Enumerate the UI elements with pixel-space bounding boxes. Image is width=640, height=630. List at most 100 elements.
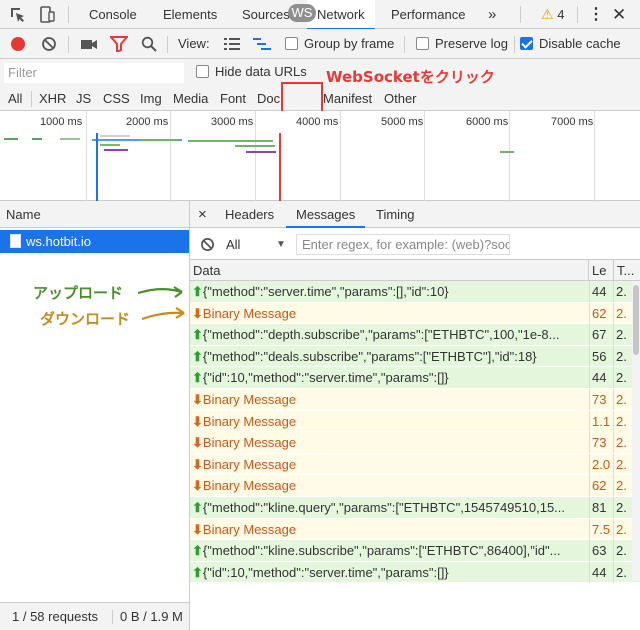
message-row-received[interactable]: ⬇Binary Message 2.0 2. <box>190 453 640 476</box>
regex-filter-input[interactable]: Enter regex, for example: (web)?socket <box>296 234 510 255</box>
type-manifest[interactable]: Manifest <box>323 87 372 111</box>
checkbox-box[interactable] <box>285 37 298 50</box>
waterfall-overview-icon[interactable] <box>253 38 271 50</box>
type-all[interactable]: All <box>8 87 22 111</box>
checkbox-box[interactable] <box>196 65 209 78</box>
message-row-sent[interactable]: ⬆{"method":"kline.subscribe","params":["… <box>190 540 640 562</box>
tab-timing[interactable]: Timing <box>376 201 415 228</box>
scrollbar-thumb[interactable] <box>633 285 639 355</box>
message-time: 2. <box>613 345 633 367</box>
message-row-received[interactable]: ⬇Binary Message 7.5 2. <box>190 518 640 541</box>
message-row-received[interactable]: ⬇Binary Message 62 2. <box>190 302 640 325</box>
close-icon[interactable]: ✕ <box>612 0 626 29</box>
checkbox-box-checked[interactable] <box>520 37 533 50</box>
request-row-selected[interactable]: ws.hotbit.io <box>0 230 189 253</box>
message-text: {"method":"depth.subscribe","params":["E… <box>202 327 560 343</box>
message-row-received[interactable]: ⬇Binary Message 1.1 2. <box>190 410 640 433</box>
request-count: 1 / 58 requests <box>12 609 98 624</box>
overview-gridline <box>594 111 595 201</box>
toolbar-divider <box>167 36 168 53</box>
inspect-element-icon[interactable] <box>9 6 27 24</box>
message-time: 2. <box>613 302 633 324</box>
type-media[interactable]: Media <box>173 87 208 111</box>
kebab-menu-icon[interactable]: ⋮ <box>588 0 604 29</box>
messages-scrollbar[interactable] <box>632 281 640 581</box>
type-other[interactable]: Other <box>384 87 417 111</box>
type-css[interactable]: CSS <box>103 87 130 111</box>
message-text: {"method":"kline.subscribe","params":["E… <box>202 543 561 559</box>
search-icon[interactable] <box>141 36 157 52</box>
more-tabs-button[interactable]: » <box>488 0 496 29</box>
message-length: 44 <box>589 561 613 583</box>
message-data: ⬇Binary Message <box>192 411 585 432</box>
tab-sources[interactable]: Sources <box>242 0 290 29</box>
disable-cache-checkbox[interactable]: Disable cache <box>520 29 621 59</box>
screenshot-camera-icon[interactable] <box>80 37 98 51</box>
hide-data-urls-label: Hide data URLs <box>215 64 307 79</box>
type-js[interactable]: JS <box>76 87 91 111</box>
column-data[interactable]: Data <box>190 260 588 281</box>
device-toolbar-icon[interactable] <box>38 6 56 24</box>
tab-elements[interactable]: Elements <box>163 0 217 29</box>
received-arrow-icon: ⬇ <box>192 456 203 472</box>
group-by-frame-checkbox[interactable]: Group by frame <box>285 29 394 59</box>
sent-arrow-icon: ⬆ <box>192 543 203 559</box>
preserve-log-checkbox[interactable]: Preserve log <box>416 29 508 59</box>
request-detail-pane: × Headers Messages Timing All ▼ Enter re… <box>190 201 640 630</box>
tab-messages[interactable]: Messages <box>286 201 366 228</box>
message-row-sent[interactable]: ⬆{"method":"depth.subscribe","params":["… <box>190 324 640 346</box>
large-rows-icon[interactable] <box>224 38 240 50</box>
filter-input[interactable]: Filter <box>4 63 184 83</box>
type-img[interactable]: Img <box>140 87 162 111</box>
type-doc[interactable]: Doc <box>257 87 283 111</box>
message-text: Binary Message <box>202 392 297 407</box>
message-data: ⬇Binary Message <box>192 432 585 453</box>
message-length: 7.5 <box>589 518 613 540</box>
overview-request-bar <box>4 138 18 140</box>
message-row-sent[interactable]: ⬆{"method":"kline.query","params":["ETHB… <box>190 497 640 519</box>
message-type-select[interactable]: All ▼ <box>226 229 286 260</box>
column-time[interactable]: T... <box>613 260 640 281</box>
message-row-sent[interactable]: ⬆{"method":"deals.subscribe","params":["… <box>190 345 640 368</box>
message-data: ⬆{"method":"deals.subscribe","params":["… <box>192 346 585 367</box>
type-xhr[interactable]: XHR <box>39 87 66 111</box>
close-detail-icon[interactable]: × <box>198 201 207 228</box>
message-text: {"id":10,"method":"server.time","params"… <box>202 370 449 386</box>
dropdown-arrow-icon: ▼ <box>276 239 286 250</box>
message-length: 63 <box>589 540 613 562</box>
transferred-size: 0 B / 1.9 M <box>120 609 183 624</box>
type-ws-selected[interactable]: WS <box>288 4 316 22</box>
overview-request-bar <box>60 138 80 140</box>
name-column-header[interactable]: Name <box>0 201 189 228</box>
message-length: 73 <box>589 389 613 410</box>
clear-messages-icon[interactable] <box>200 237 215 252</box>
checkbox-box[interactable] <box>416 37 429 50</box>
message-row-received[interactable]: ⬇Binary Message 73 2. <box>190 432 640 454</box>
sent-arrow-icon: ⬆ <box>192 564 203 580</box>
tab-headers[interactable]: Headers <box>225 201 274 228</box>
record-icon[interactable] <box>10 36 26 52</box>
overview-gridline <box>255 111 256 201</box>
message-length: 62 <box>589 475 613 497</box>
toolbar-divider <box>520 6 521 23</box>
message-time: 2. <box>613 367 633 389</box>
filter-funnel-icon[interactable] <box>110 36 128 52</box>
warning-counter[interactable]: ⚠ 4 <box>541 0 564 29</box>
column-length[interactable]: Le <box>588 260 613 281</box>
message-row-sent[interactable]: ⬆{"method":"server.time","params":[],"id… <box>190 281 640 303</box>
message-row-sent[interactable]: ⬆{"id":10,"method":"server.time","params… <box>190 367 640 389</box>
preserve-log-label: Preserve log <box>435 36 508 51</box>
tab-network[interactable]: Network <box>307 0 375 30</box>
message-time: 2. <box>613 497 633 518</box>
tab-performance[interactable]: Performance <box>391 0 465 29</box>
message-row-sent[interactable]: ⬆{"id":10,"method":"server.time","params… <box>190 561 640 584</box>
timeline-overview[interactable]: 1000 ms 2000 ms 3000 ms 4000 ms 5000 ms … <box>0 111 640 201</box>
type-font[interactable]: Font <box>220 87 246 111</box>
message-row-received[interactable]: ⬇Binary Message 73 2. <box>190 389 640 411</box>
message-row-received[interactable]: ⬇Binary Message 62 2. <box>190 475 640 497</box>
overview-request-bar <box>246 151 276 153</box>
messages-grid-header: Data Le T... <box>190 260 640 281</box>
clear-icon[interactable] <box>41 36 57 52</box>
message-length: 1.1 <box>589 410 613 432</box>
tab-console[interactable]: Console <box>89 0 137 29</box>
